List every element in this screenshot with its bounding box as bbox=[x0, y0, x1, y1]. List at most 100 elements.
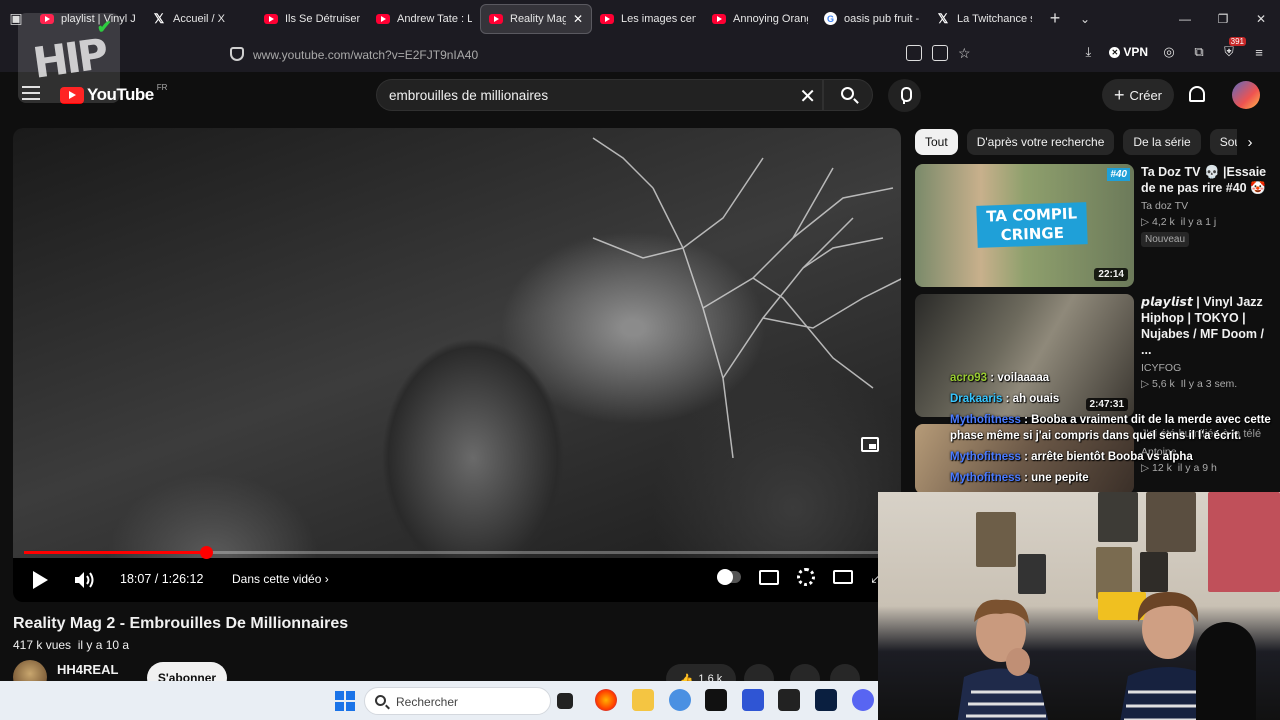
youtube-icon bbox=[489, 13, 503, 24]
browser-tab[interactable]: Ils Se Détruisent L bbox=[256, 4, 368, 34]
chat-text: voilaaaaa bbox=[997, 372, 1050, 384]
tab-title: Andrew Tate : La c bbox=[397, 12, 472, 25]
volume-icon[interactable] bbox=[74, 571, 96, 589]
windows-taskbar: Rechercher bbox=[0, 681, 878, 720]
extensions-icon[interactable]: ⧉ bbox=[1190, 43, 1208, 61]
recommendation-channel[interactable]: Ta doz TV bbox=[1141, 200, 1275, 212]
nvidia-icon[interactable] bbox=[778, 689, 800, 711]
browser-tab[interactable]: 𝕏 La Twitchance sur bbox=[928, 4, 1040, 34]
browser-tab-bar: ▣ playlist | Vinyl Ja 𝕏 Accueil / X Ils Se … bbox=[0, 0, 1280, 37]
browser-tab[interactable]: Reality Mag 2 - ✕ bbox=[480, 3, 592, 34]
chat-separator: : bbox=[1020, 472, 1032, 484]
window-controls: — ❐ ✕ bbox=[1166, 0, 1280, 37]
video-frame-branches bbox=[592, 137, 901, 458]
chat-separator: : bbox=[1020, 451, 1032, 463]
recommendation-age: il y a 1 j bbox=[1180, 216, 1217, 228]
x-icon: 𝕏 bbox=[153, 10, 165, 26]
screenshot-icon[interactable] bbox=[906, 45, 922, 61]
close-window-button[interactable]: ✕ bbox=[1242, 0, 1280, 37]
bookmark-star-icon[interactable]: ☆ bbox=[958, 45, 971, 62]
tab-title: Annoying Orange bbox=[733, 12, 808, 25]
chevron-right-icon: › bbox=[324, 572, 329, 586]
ublock-icon[interactable]: ⛨ 391 bbox=[1220, 37, 1246, 61]
video-frame[interactable] bbox=[13, 128, 901, 558]
upload-age: il y a 10 a bbox=[77, 638, 130, 652]
chips-next-arrow-icon[interactable]: › bbox=[1237, 129, 1263, 155]
reader-view-icon[interactable] bbox=[932, 45, 948, 61]
voice-search-button[interactable] bbox=[888, 79, 921, 112]
channel-watermark-logo: HIP ✔ bbox=[18, 13, 120, 103]
filter-chip[interactable]: Tout bbox=[915, 129, 958, 155]
autoplay-toggle[interactable] bbox=[716, 569, 741, 585]
qbittorrent-icon[interactable] bbox=[669, 689, 691, 711]
theater-mode-icon[interactable] bbox=[832, 570, 853, 584]
avatar[interactable] bbox=[1232, 81, 1260, 109]
v-app-icon[interactable] bbox=[742, 689, 764, 711]
subtitles-icon[interactable] bbox=[758, 569, 779, 585]
chat-username: Drakaaris bbox=[950, 393, 1003, 405]
chapter-button[interactable]: Dans cette vidéo › bbox=[232, 572, 329, 586]
settings-gear-icon[interactable] bbox=[796, 568, 815, 586]
progress-bar[interactable] bbox=[24, 546, 890, 559]
new-tab-button[interactable]: + bbox=[1040, 8, 1070, 29]
taskbar-search-input[interactable]: Rechercher bbox=[364, 687, 551, 715]
country-code: FR bbox=[156, 82, 168, 92]
search-button[interactable] bbox=[823, 79, 873, 111]
windows-start-icon[interactable] bbox=[335, 691, 355, 711]
url-field[interactable]: www.youtube.com/watch?v=E2FJT9nIA40 bbox=[253, 48, 478, 62]
browser-tab[interactable]: Andrew Tate : La c bbox=[368, 4, 480, 34]
clear-search-icon[interactable]: ✕ bbox=[799, 84, 816, 109]
thumbnail-tag: #40 bbox=[1107, 168, 1130, 181]
create-button[interactable]: + Créer bbox=[1102, 79, 1174, 111]
chat-separator: : bbox=[1002, 393, 1013, 405]
shield-icon[interactable] bbox=[230, 47, 244, 61]
browser-tab[interactable]: Annoying Orange bbox=[704, 4, 816, 34]
vpn-button[interactable]: ✕ VPN bbox=[1109, 45, 1148, 59]
download-icon[interactable]: ⤓ bbox=[1079, 43, 1097, 61]
video-duration: 22:14 bbox=[1094, 268, 1128, 281]
video-thumbnail[interactable]: TA COMPIL CRINGE #40 22:14 bbox=[915, 164, 1134, 287]
miniplayer-icon[interactable] bbox=[861, 437, 879, 452]
taskbar-search-placeholder: Rechercher bbox=[396, 695, 459, 709]
search-input[interactable]: embrouilles de millionaires ✕ bbox=[376, 79, 823, 111]
wall-poster bbox=[1146, 492, 1196, 552]
google-icon: G bbox=[824, 12, 837, 25]
recommendation-title[interactable]: 𝙥𝙡𝙖𝙮𝙡𝙞𝙨𝙩 | Vinyl Jazz Hiphop | TOKYO | N… bbox=[1141, 294, 1275, 358]
chat-separator: : bbox=[1020, 414, 1032, 426]
chat-separator: : bbox=[987, 372, 998, 384]
recommendation-title[interactable]: Ta Doz TV 💀 |Essaie de ne pas rire #40 🤡 bbox=[1141, 164, 1275, 196]
filter-chip[interactable]: De la série bbox=[1123, 129, 1201, 155]
firefox-icon[interactable] bbox=[595, 689, 617, 711]
browser-tab[interactable]: Goasis pub fruit - R bbox=[816, 4, 928, 34]
close-tab-icon[interactable]: ✕ bbox=[573, 12, 583, 26]
wall-poster bbox=[1018, 554, 1046, 594]
toolbar-right: ⤓ ✕ VPN ◎ ⧉ ⛨ 391 ≡ bbox=[1079, 37, 1268, 61]
video-meta: 417 k vues il y a 10 a bbox=[13, 638, 129, 652]
photoshop-icon[interactable] bbox=[815, 689, 837, 711]
live-app-icon[interactable] bbox=[705, 689, 727, 711]
search-query: embrouilles de millionaires bbox=[389, 88, 549, 103]
account-icon[interactable]: ◎ bbox=[1160, 43, 1178, 61]
browser-tab[interactable]: Les images censu bbox=[592, 4, 704, 34]
play-icon[interactable] bbox=[33, 571, 48, 589]
menu-icon[interactable]: ≡ bbox=[1250, 43, 1268, 61]
channel-name[interactable]: HH4REAL bbox=[57, 662, 118, 677]
file-explorer-icon[interactable] bbox=[632, 689, 654, 711]
discord-icon[interactable] bbox=[852, 689, 874, 711]
browser-tab[interactable]: 𝕏 Accueil / X bbox=[144, 4, 256, 34]
streamer-left bbox=[957, 599, 1049, 720]
wall-poster bbox=[1098, 492, 1138, 542]
progress-scrubber[interactable] bbox=[199, 546, 213, 559]
filter-chips: Tout D'après votre recherche De la série So… bbox=[915, 129, 1252, 155]
minimize-button[interactable]: — bbox=[1166, 0, 1204, 37]
video-player[interactable]: 18:07 / 1:26:12 Dans cette vidéo › ⤢ bbox=[13, 128, 901, 602]
filter-chip[interactable]: D'après votre recherche bbox=[966, 129, 1115, 155]
tab-title: Reality Mag 2 - bbox=[510, 12, 566, 25]
tab-list-chevron-icon[interactable]: ⌄ bbox=[1070, 12, 1100, 26]
maximize-button[interactable]: ❐ bbox=[1204, 0, 1242, 37]
tab-title: Ils Se Détruisent L bbox=[285, 12, 360, 25]
watermark-badge-icon: ✔ bbox=[96, 17, 112, 37]
notifications-bell-icon[interactable] bbox=[1189, 86, 1205, 102]
chat-username: acro93 bbox=[950, 372, 988, 384]
task-view-icon[interactable] bbox=[557, 693, 573, 709]
